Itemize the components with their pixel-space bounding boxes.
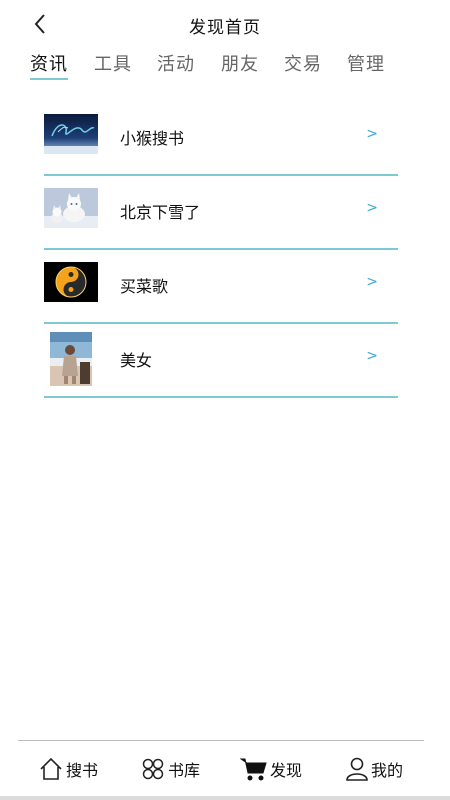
yin-yang-image [44,262,98,302]
chevron-right-icon: > [366,348,378,364]
nav-item-library[interactable]: 书库 [140,752,200,786]
nav-item-search-books[interactable]: 搜书 [38,752,98,786]
tab-news[interactable]: 资讯 [30,50,68,76]
user-icon [346,757,368,781]
discover-list: 小猴搜书 > 北京下雪了 > 买菜歌 > 美女 > [44,102,398,398]
item-label: 美女 [120,351,153,370]
active-tab-indicator [30,78,68,80]
chevron-right-icon: > [366,274,378,290]
list-item[interactable]: 美女 > [44,324,398,398]
nav-item-discover[interactable]: 发现 [240,752,302,786]
white-cats-image [44,188,98,228]
tab-friends[interactable]: 朋友 [221,50,259,76]
bottom-nav-divider [18,740,424,741]
nav-item-mine[interactable]: 我的 [345,752,403,786]
chevron-right-icon: > [366,200,378,216]
bottom-nav: 搜书 书库 发现 我的 [0,748,450,792]
nav-label: 发现 [270,761,303,780]
clover-icon [142,758,164,780]
home-icon [40,757,62,780]
tab-tools[interactable]: 工具 [94,50,132,76]
item-label: 小猴搜书 [120,129,185,148]
header: 发现首页 [0,0,450,46]
list-item[interactable]: 北京下雪了 > [44,176,398,250]
cart-icon [240,758,267,781]
list-item[interactable]: 小猴搜书 > [44,102,398,176]
chevron-right-icon: > [366,126,378,142]
tab-manage[interactable]: 管理 [347,50,385,76]
dragon-night-image [44,114,98,154]
tab-activities[interactable]: 活动 [157,50,195,76]
nav-label: 我的 [371,761,404,780]
woman-image [50,332,92,386]
nav-label: 书库 [168,761,201,780]
tab-bar: 资讯 工具 活动 朋友 交易 管理 [0,46,450,82]
page: 发现首页 资讯 工具 活动 朋友 交易 管理 小猴搜书 > 北京下雪了 > 买菜… [0,0,450,800]
list-item[interactable]: 买菜歌 > [44,250,398,324]
item-label: 买菜歌 [120,277,169,296]
tab-trade[interactable]: 交易 [284,50,322,76]
item-label: 北京下雪了 [120,203,201,222]
nav-label: 搜书 [66,761,99,780]
page-title: 发现首页 [189,18,261,38]
system-bar [0,796,450,800]
